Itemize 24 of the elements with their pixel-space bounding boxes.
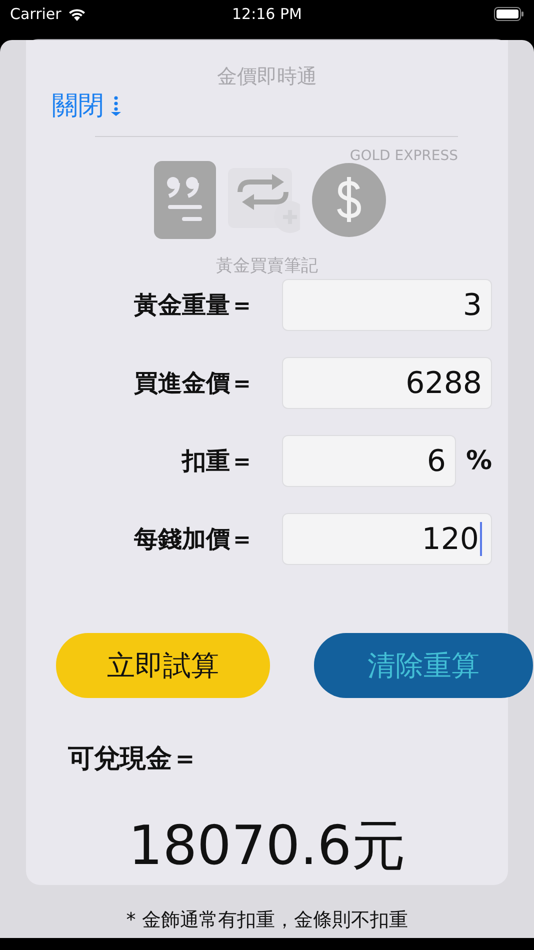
- field-label: 每錢加價＝: [133, 524, 254, 555]
- wifi-icon: [67, 6, 88, 22]
- action-button[interactable]: 立即試算: [56, 633, 270, 698]
- arrow-down-icon: [110, 95, 122, 117]
- quote-note-icon[interactable]: [154, 161, 216, 239]
- result-value: 18070.6元: [127, 814, 407, 878]
- input-field[interactable]: 120: [282, 513, 492, 565]
- footnote: * 金飾通常有扣重，金條則不扣重: [125, 908, 409, 933]
- input-field[interactable]: 6: [282, 435, 456, 487]
- carrier-label: Carrier: [10, 5, 62, 23]
- battery-icon: [494, 7, 524, 21]
- input-field[interactable]: 6288: [282, 357, 492, 409]
- result-label: 可兌現金＝: [68, 744, 199, 774]
- unit-label: %: [466, 446, 492, 476]
- dollar-icon[interactable]: [312, 163, 386, 237]
- input-field[interactable]: 3: [282, 279, 492, 331]
- field-label: 扣重＝: [180, 446, 254, 477]
- app-subtitle: GOLD EXPRESS: [348, 148, 458, 164]
- field-label: 買進金價＝: [133, 368, 254, 399]
- time-label: 12:16 PM: [231, 5, 303, 23]
- app-title: 金價即時通: [216, 63, 318, 90]
- field-label: 黃金重量＝: [133, 290, 254, 321]
- section-caption: 黃金買賣筆記: [215, 256, 319, 276]
- swap-icon[interactable]: [228, 166, 300, 234]
